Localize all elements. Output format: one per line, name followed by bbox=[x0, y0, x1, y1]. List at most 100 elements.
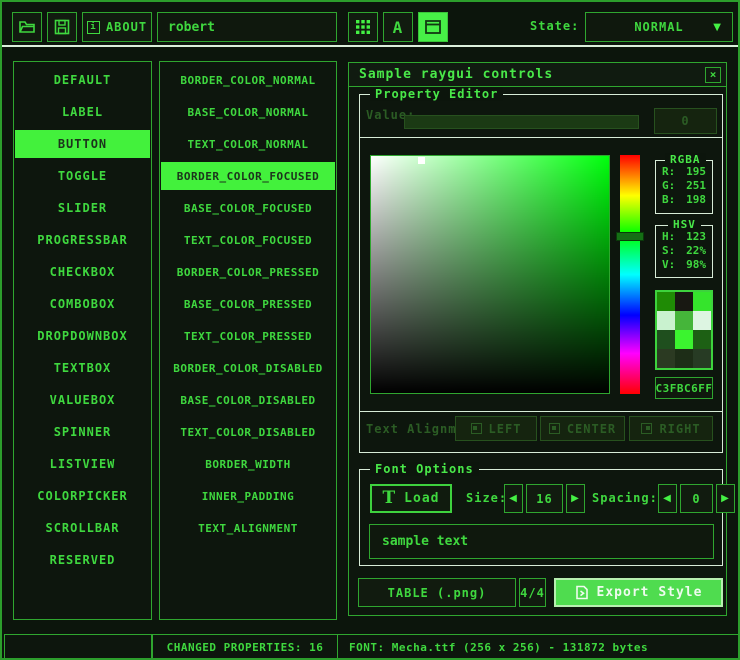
list-item[interactable]: BORDER_COLOR_DISABLED bbox=[161, 354, 335, 382]
window-panel-icon bbox=[425, 20, 441, 34]
save-style-button[interactable] bbox=[47, 12, 77, 42]
list-item[interactable]: CHECKBOX bbox=[15, 258, 150, 286]
list-item[interactable]: SPINNER bbox=[15, 418, 150, 446]
hsv-s-value: 22% bbox=[686, 244, 706, 258]
sample-controls-panel: Sample raygui controls × Property Editor… bbox=[348, 62, 727, 616]
list-item[interactable]: BASE_COLOR_FOCUSED bbox=[161, 194, 335, 222]
hex-color-value: C3FBC6FF bbox=[656, 382, 713, 395]
font-info-text: FONT: Mecha.ttf (256 x 256) - 131872 byt… bbox=[349, 641, 648, 654]
rgba-b-label: B: bbox=[662, 193, 675, 207]
value-slider[interactable] bbox=[404, 115, 639, 129]
list-item[interactable]: RESERVED bbox=[15, 546, 150, 574]
list-item-selected[interactable]: BUTTON bbox=[15, 130, 150, 158]
size-decrease-button[interactable]: ◀ bbox=[504, 484, 523, 513]
list-item[interactable]: VALUEBOX bbox=[15, 386, 150, 414]
list-item[interactable]: BASE_COLOR_NORMAL bbox=[161, 98, 335, 126]
export-format-pager[interactable]: 4/4 bbox=[519, 578, 546, 607]
palette-swatch[interactable] bbox=[657, 349, 675, 368]
list-item[interactable]: DEFAULT bbox=[15, 66, 150, 94]
list-item[interactable]: COMBOBOX bbox=[15, 290, 150, 318]
palette-swatch[interactable] bbox=[675, 349, 693, 368]
palette-swatch[interactable] bbox=[657, 311, 675, 330]
rgba-g-label: G: bbox=[662, 179, 675, 193]
arrow-right-icon: ▶ bbox=[721, 493, 730, 504]
statusbar-changed-properties: CHANGED PROPERTIES: 16 bbox=[152, 634, 338, 660]
list-item[interactable]: LISTVIEW bbox=[15, 450, 150, 478]
list-item[interactable]: PROGRESSBAR bbox=[15, 226, 150, 254]
list-item[interactable]: TEXT_COLOR_FOCUSED bbox=[161, 226, 335, 254]
load-font-button[interactable]: T Load bbox=[370, 484, 452, 513]
hex-color-input[interactable]: C3FBC6FF bbox=[655, 377, 713, 399]
close-icon[interactable]: × bbox=[705, 67, 721, 83]
align-center-button[interactable]: CENTER bbox=[540, 416, 625, 441]
color-picker-cursor[interactable] bbox=[418, 157, 425, 164]
size-increase-button[interactable]: ▶ bbox=[566, 484, 585, 513]
list-item[interactable]: SCROLLBAR bbox=[15, 514, 150, 542]
list-item[interactable]: TOGGLE bbox=[15, 162, 150, 190]
hue-bar[interactable] bbox=[620, 155, 640, 394]
grid-icon bbox=[356, 20, 370, 34]
font-options-title: Font Options bbox=[370, 462, 479, 476]
rgba-r-label: R: bbox=[662, 165, 675, 179]
sample-text-input[interactable]: sample text bbox=[369, 524, 714, 559]
list-item[interactable]: TEXT_COLOR_DISABLED bbox=[161, 418, 335, 446]
spacing-increase-button[interactable]: ▶ bbox=[716, 484, 735, 513]
controls-listview: DEFAULT LABEL BUTTON TOGGLE SLIDER PROGR… bbox=[13, 61, 152, 620]
spacing-value-box[interactable]: 0 bbox=[680, 484, 713, 513]
list-item-selected[interactable]: BORDER_COLOR_FOCUSED bbox=[161, 162, 335, 190]
font-view-button[interactable]: A bbox=[383, 12, 413, 42]
state-label: State: bbox=[530, 19, 579, 33]
rgba-b-value: 198 bbox=[686, 193, 706, 207]
palette-swatch[interactable] bbox=[693, 349, 711, 368]
spacing-label: Spacing: bbox=[592, 491, 658, 505]
list-item[interactable]: LABEL bbox=[15, 98, 150, 126]
list-item[interactable]: TEXT_COLOR_PRESSED bbox=[161, 322, 335, 350]
size-label: Size: bbox=[466, 491, 507, 505]
palette-swatch[interactable] bbox=[675, 330, 693, 349]
about-button[interactable]: i ABOUT bbox=[82, 12, 152, 42]
spacing-decrease-button[interactable]: ◀ bbox=[658, 484, 677, 513]
palette-swatch[interactable] bbox=[657, 292, 675, 311]
hsv-v-label: V: bbox=[662, 258, 675, 272]
state-dropdown[interactable]: NORMAL ▼ bbox=[585, 12, 733, 42]
font-options-group: Font Options T Load Size: ◀ 16 ▶ Spacing… bbox=[359, 469, 723, 566]
list-item[interactable]: BORDER_WIDTH bbox=[161, 450, 335, 478]
list-item[interactable]: BASE_COLOR_DISABLED bbox=[161, 386, 335, 414]
align-left-button[interactable]: LEFT bbox=[455, 416, 537, 441]
list-item[interactable]: TEXTBOX bbox=[15, 354, 150, 382]
list-item[interactable]: BASE_COLOR_PRESSED bbox=[161, 290, 335, 318]
controls-view-button[interactable] bbox=[418, 12, 448, 42]
rgba-title: RGBA bbox=[665, 153, 706, 166]
list-item[interactable]: DROPDOWNBOX bbox=[15, 322, 150, 350]
statusbar-empty-cell bbox=[4, 634, 152, 660]
align-left-icon bbox=[471, 423, 482, 434]
hue-slider[interactable] bbox=[616, 232, 644, 241]
about-button-label: ABOUT bbox=[106, 20, 147, 34]
list-item[interactable]: COLORPICKER bbox=[15, 482, 150, 510]
list-item[interactable]: INNER_PADDING bbox=[161, 482, 335, 510]
list-item[interactable]: BORDER_COLOR_NORMAL bbox=[161, 66, 335, 94]
size-value-box[interactable]: 16 bbox=[526, 484, 563, 513]
palette-swatch[interactable] bbox=[675, 292, 693, 311]
value-box[interactable]: 0 bbox=[654, 108, 717, 134]
changed-properties-text: CHANGED PROPERTIES: 16 bbox=[167, 641, 324, 654]
palette-swatch[interactable] bbox=[657, 330, 675, 349]
rgba-group: RGBA R: 195 G: 251 B: 198 bbox=[655, 160, 713, 214]
palette-swatch[interactable] bbox=[693, 311, 711, 330]
palette-swatch[interactable] bbox=[675, 311, 693, 330]
export-style-button[interactable]: Export Style bbox=[554, 578, 723, 607]
style-table-view-button[interactable] bbox=[348, 12, 378, 42]
color-picker-panel[interactable] bbox=[370, 155, 610, 394]
open-style-button[interactable] bbox=[12, 12, 42, 42]
style-name-input[interactable]: robert bbox=[157, 12, 337, 42]
align-right-button[interactable]: RIGHT bbox=[629, 416, 713, 441]
export-format-combobox[interactable]: TABLE (.png) bbox=[358, 578, 516, 607]
rguistyler-window: i ABOUT robert A State: NORMAL bbox=[0, 0, 740, 660]
palette-swatch[interactable] bbox=[693, 330, 711, 349]
list-item[interactable]: BORDER_COLOR_PRESSED bbox=[161, 258, 335, 286]
list-item[interactable]: TEXT_COLOR_NORMAL bbox=[161, 130, 335, 158]
palette-swatch[interactable] bbox=[693, 292, 711, 311]
hsv-v-value: 98% bbox=[686, 258, 706, 272]
list-item[interactable]: TEXT_ALIGNMENT bbox=[161, 514, 335, 542]
list-item[interactable]: SLIDER bbox=[15, 194, 150, 222]
